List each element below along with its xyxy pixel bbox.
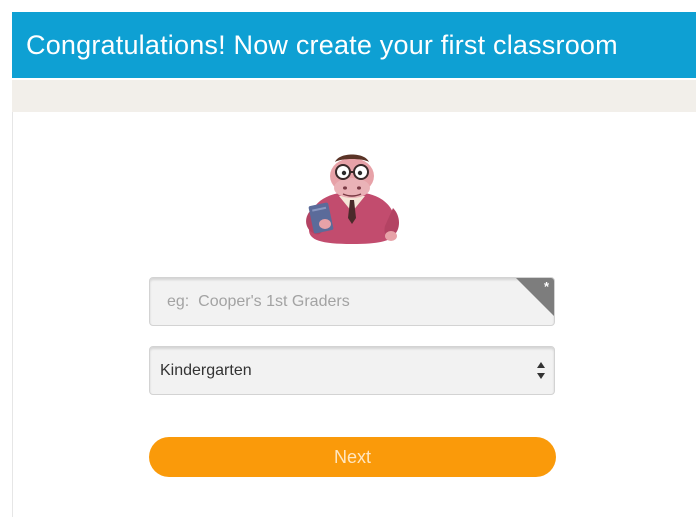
header-bar: Congratulations! Now create your first c…	[12, 12, 696, 78]
grade-select-value: Kindergarten	[160, 362, 252, 379]
classroom-name-field: *	[149, 277, 555, 326]
next-button[interactable]: Next	[149, 437, 556, 477]
grade-select[interactable]: Kindergarten	[149, 346, 555, 395]
classroom-name-input[interactable]	[150, 278, 554, 325]
teacher-mascot-icon	[306, 154, 399, 244]
sub-header-bar	[12, 80, 696, 112]
required-star-icon: *	[543, 279, 549, 294]
create-classroom-page: Congratulations! Now create your first c…	[0, 0, 696, 517]
page-title: Congratulations! Now create your first c…	[26, 29, 618, 60]
select-arrows-icon	[537, 362, 545, 379]
